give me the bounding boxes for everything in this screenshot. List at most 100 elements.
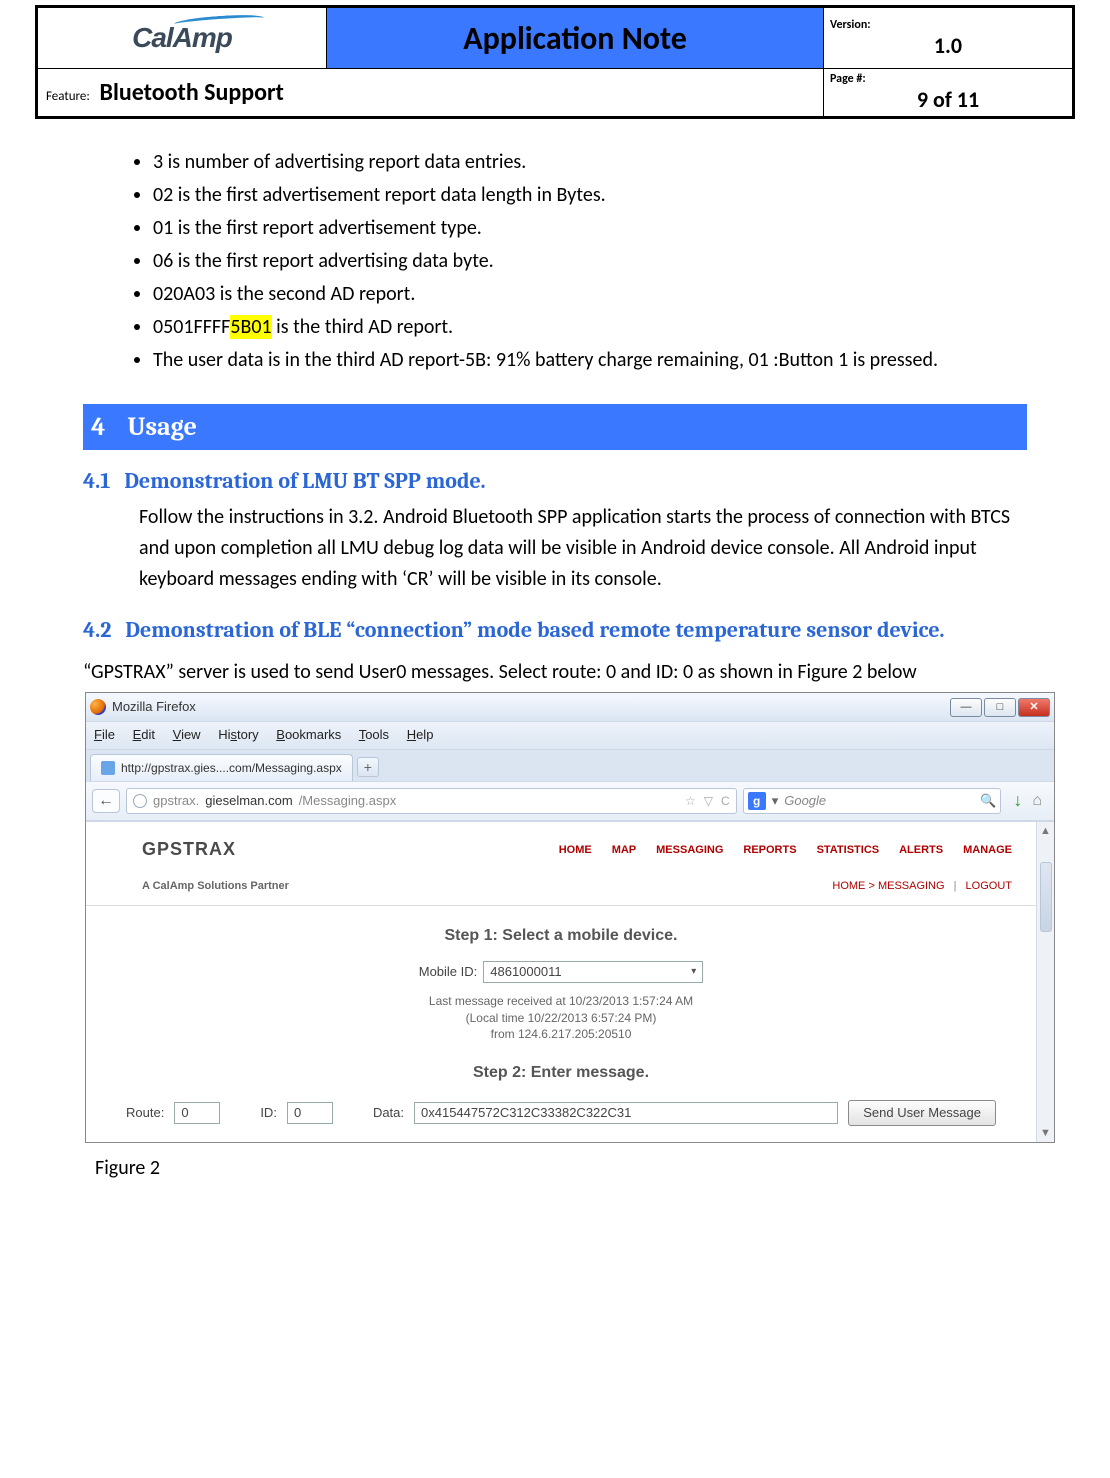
scroll-thumb[interactable] — [1040, 862, 1052, 932]
list-item: 020A03 is the second AD report. — [153, 279, 1027, 310]
window-maximize-button[interactable]: □ — [984, 698, 1016, 717]
reload-icon[interactable]: C — [721, 792, 730, 811]
version-value: 1.0 — [824, 32, 1072, 62]
section-4-1-heading: 4.1 Demonstration of LMU BT SPP mode. — [83, 464, 1027, 498]
site-tagline: A CalAmp Solutions Partner — [142, 878, 289, 895]
nav-home[interactable]: HOME — [559, 842, 592, 859]
data-value: 0x415447572C312C33382C322C31 — [421, 1103, 631, 1123]
scroll-up-icon[interactable]: ▲ — [1037, 822, 1054, 840]
subsection-title: Demonstration of LMU BT SPP mode. — [124, 468, 485, 494]
section-4-2-body: “GPSTRAX” server is used to send User0 m… — [83, 657, 1027, 688]
window-titlebar[interactable]: Mozilla Firefox — □ ✕ — [86, 693, 1054, 721]
crumb-home[interactable]: HOME — [832, 880, 865, 892]
subsection-title: Demonstration of BLE “connection” mode b… — [125, 617, 944, 643]
figure-caption: Figure 2 — [95, 1153, 1027, 1184]
bookmark-star-icon[interactable]: ☆ — [685, 792, 696, 811]
back-button[interactable]: ← — [92, 789, 120, 813]
crumb-pipe: | — [954, 880, 957, 892]
home-icon[interactable]: ⌂ — [1032, 789, 1042, 814]
meta-line: Last message received at 10/23/2013 1:57… — [86, 993, 1036, 1010]
section-4-2-heading: 4.2Demonstration of BLE “connection” mod… — [83, 613, 1027, 647]
favicon-icon — [101, 761, 115, 775]
url-pre: gpstrax. — [153, 791, 199, 811]
version-cell: Version: 1.0 — [824, 7, 1074, 69]
section-4-1-body: Follow the instructions in 3.2. Android … — [83, 502, 1027, 595]
mobile-id-value: 4861000011 — [490, 962, 561, 982]
url-dropdown-icon[interactable]: ▽ — [704, 792, 713, 811]
id-input[interactable]: 0 — [287, 1102, 333, 1124]
firefox-window: Mozilla Firefox — □ ✕ File Edit View His… — [85, 692, 1055, 1143]
route-input[interactable]: 0 — [174, 1102, 220, 1124]
window-close-button[interactable]: ✕ — [1018, 698, 1050, 717]
search-placeholder: Google — [784, 791, 826, 811]
nav-messaging[interactable]: MESSAGING — [656, 842, 723, 859]
menu-help[interactable]: Help — [407, 727, 434, 742]
google-icon: g — [748, 792, 766, 810]
site-logo[interactable]: GPSTRAX — [142, 836, 236, 864]
search-icon[interactable]: 🔍 — [980, 791, 996, 811]
logo-cell: CalAmp — [37, 7, 327, 69]
url-post: /Messaging.aspx — [299, 791, 397, 811]
data-input[interactable]: 0x415447572C312C33382C322C31 — [414, 1102, 838, 1124]
search-dropdown-icon[interactable]: ▾ — [772, 791, 779, 811]
menu-bookmarks[interactable]: Bookmarks — [276, 727, 341, 742]
menu-tools[interactable]: Tools — [359, 727, 389, 742]
section-title: Usage — [127, 412, 197, 442]
section-number: 4 — [91, 412, 105, 442]
new-tab-button[interactable]: + — [357, 757, 379, 777]
vertical-scrollbar[interactable]: ▲ ▼ — [1036, 822, 1054, 1142]
menu-file[interactable]: File — [94, 727, 115, 742]
nav-alerts[interactable]: ALERTS — [899, 842, 943, 859]
crumb-messaging[interactable]: MESSAGING — [878, 880, 945, 892]
data-label: Data: — [373, 1103, 404, 1123]
downloads-icon[interactable]: ↓ — [1013, 787, 1022, 815]
route-value: 0 — [181, 1103, 188, 1123]
list-item: 06 is the first report advertising data … — [153, 246, 1027, 277]
nav-toolbar: ← gpstrax.gieselman.com/Messaging.aspx ☆… — [86, 781, 1054, 821]
mobile-id-label: Mobile ID: — [419, 962, 478, 982]
last-message-meta: Last message received at 10/23/2013 1:57… — [86, 993, 1036, 1043]
page-viewport: GPSTRAX HOME MAP MESSAGING REPORTS STATI… — [86, 822, 1036, 1142]
subsection-number: 4.1 — [83, 468, 110, 494]
window-minimize-button[interactable]: — — [950, 698, 982, 717]
list-item: 02 is the first advertisement report dat… — [153, 180, 1027, 211]
step-1-heading: Step 1: Select a mobile device. — [86, 924, 1036, 949]
tab-title: http://gpstrax.gies....com/Messaging.asp… — [121, 759, 342, 778]
page-value: 9 of 11 — [824, 86, 1072, 116]
browser-tab[interactable]: http://gpstrax.gies....com/Messaging.asp… — [90, 754, 353, 782]
feature-label: Feature: — [46, 89, 90, 104]
send-user-message-button[interactable]: Send User Message — [848, 1100, 996, 1126]
step-2-heading: Step 2: Enter message. — [86, 1061, 1036, 1086]
nav-statistics[interactable]: STATISTICS — [817, 842, 880, 859]
calamp-logo: CalAmp — [132, 22, 232, 54]
site-nav: HOME MAP MESSAGING REPORTS STATISTICS AL… — [559, 842, 1012, 859]
nav-manage[interactable]: MANAGE — [963, 842, 1012, 859]
highlight: 5B01 — [230, 315, 271, 339]
menu-edit[interactable]: Edit — [133, 727, 155, 742]
chevron-down-icon: ▾ — [691, 964, 696, 980]
menu-view[interactable]: View — [173, 727, 201, 742]
nav-map[interactable]: MAP — [612, 842, 636, 859]
feature-cell: Feature: Bluetooth Support — [37, 69, 824, 118]
menu-history[interactable]: History — [218, 727, 258, 742]
meta-line: (Local time 10/22/2013 6:57:24 PM) — [86, 1010, 1036, 1027]
doc-header: CalAmp Application Note Version: 1.0 Fea… — [35, 5, 1075, 119]
list-item: 0501FFFF5B01 is the third AD report. — [153, 312, 1027, 343]
url-bar[interactable]: gpstrax.gieselman.com/Messaging.aspx ☆ ▽… — [126, 788, 737, 814]
nav-reports[interactable]: REPORTS — [743, 842, 796, 859]
crumb-separator: > — [868, 880, 874, 892]
list-item: 01 is the first report advertisement typ… — [153, 213, 1027, 244]
text: is the third AD report. — [272, 315, 454, 339]
id-label: ID: — [260, 1103, 277, 1123]
id-value: 0 — [294, 1103, 301, 1123]
text: 0501FFFF — [153, 315, 230, 339]
mobile-id-select[interactable]: 4861000011 ▾ — [483, 961, 703, 983]
scroll-down-icon[interactable]: ▼ — [1037, 1124, 1054, 1142]
search-bar[interactable]: g ▾ Google 🔍 — [743, 788, 1002, 814]
page-label: Page #: — [824, 69, 1072, 86]
breadcrumb: HOME > MESSAGING | LOGOUT — [832, 878, 1012, 895]
logout-link[interactable]: LOGOUT — [966, 880, 1012, 892]
window-title: Mozilla Firefox — [112, 697, 196, 717]
tab-strip: http://gpstrax.gies....com/Messaging.asp… — [86, 749, 1054, 782]
firefox-icon — [90, 699, 106, 715]
